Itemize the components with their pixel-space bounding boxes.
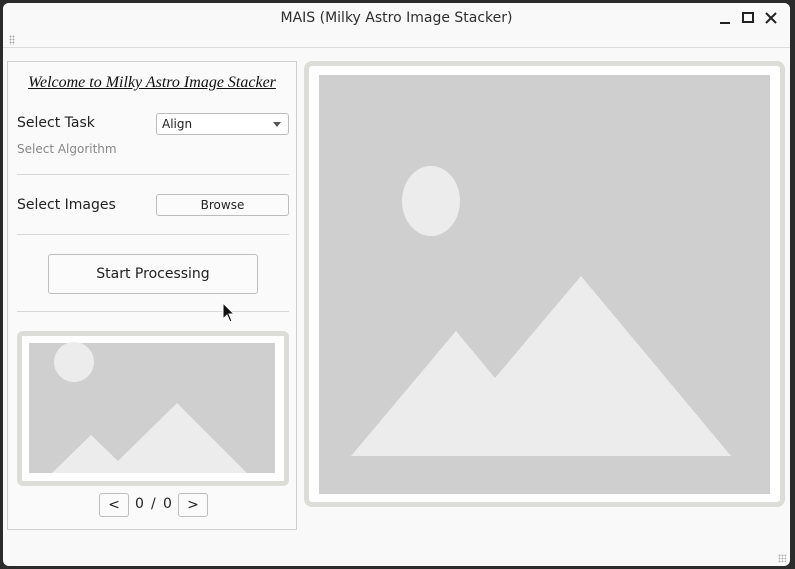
close-icon[interactable] — [761, 8, 781, 28]
image-navigation: < 0 / 0 > — [8, 493, 296, 517]
task-combobox[interactable]: Align — [156, 113, 289, 135]
toolbar-grip-icon[interactable] — [9, 35, 15, 45]
main-image-placeholder-icon — [319, 75, 770, 494]
current-image-index: 0 — [135, 496, 144, 512]
title-bar[interactable]: MAIS (Milky Astro Image Stacker) — [3, 3, 790, 33]
total-image-count: 0 — [163, 496, 172, 512]
thumbnail-placeholder-icon — [29, 342, 275, 473]
close-glyph — [765, 12, 777, 24]
mouse-cursor-icon — [222, 302, 236, 323]
window-title: MAIS (Milky Astro Image Stacker) — [280, 10, 513, 26]
browse-button[interactable]: Browse — [156, 194, 289, 216]
toolbar — [3, 33, 790, 48]
thumbnail-preview — [17, 331, 289, 486]
control-panel: Welcome to Milky Astro Image Stacker Sel… — [7, 61, 297, 530]
chevron-down-icon — [273, 122, 281, 127]
next-image-button[interactable]: > — [178, 493, 208, 517]
main-image-preview — [304, 61, 785, 507]
minimize-glyph — [720, 22, 730, 24]
divider — [17, 234, 289, 235]
index-separator: / — [151, 496, 156, 512]
divider — [17, 174, 289, 175]
select-algorithm-label: Select Algorithm — [17, 142, 117, 156]
maximize-glyph — [742, 12, 754, 23]
maximize-icon[interactable] — [738, 8, 758, 28]
previous-image-button[interactable]: < — [99, 493, 129, 517]
divider — [17, 311, 289, 312]
app-window: MAIS (Milky Astro Image Stacker) Welcome… — [3, 3, 790, 566]
resize-grip-icon[interactable] — [778, 554, 786, 562]
welcome-heading: Welcome to Milky Astro Image Stacker — [28, 74, 276, 91]
select-task-label: Select Task — [17, 115, 95, 131]
minimize-icon[interactable] — [715, 8, 735, 28]
task-combobox-value: Align — [162, 117, 193, 131]
select-images-label: Select Images — [17, 197, 116, 213]
start-processing-button[interactable]: Start Processing — [48, 254, 258, 294]
